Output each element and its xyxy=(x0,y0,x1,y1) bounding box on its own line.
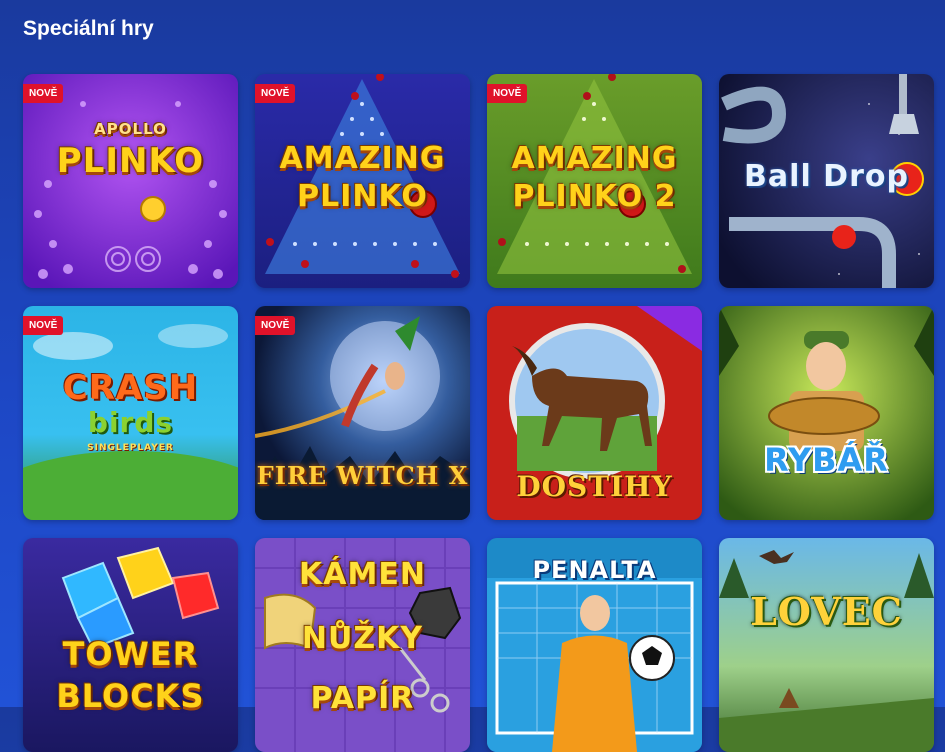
game-card-lovec[interactable]: LOVEC xyxy=(719,538,934,752)
game-title-line: PAPÍR xyxy=(310,681,415,716)
game-card-penalta[interactable]: PENALTA xyxy=(487,538,702,752)
game-title-line: AMAZING xyxy=(279,141,446,176)
game-title-line: BLOCKS xyxy=(56,677,205,715)
game-title-line: birds xyxy=(87,406,174,439)
game-card-fire-witch-x[interactable]: NOVĚ FIRE WITCH X xyxy=(255,306,470,520)
game-thumbnail xyxy=(23,74,238,288)
game-title-line: PLINKO xyxy=(56,141,205,181)
game-title-line: DOSTIHY xyxy=(516,470,673,503)
game-card-dostihy[interactable]: DOSTIHY xyxy=(487,306,702,520)
game-thumbnail xyxy=(719,538,934,752)
game-title-line: PLINKO 2 xyxy=(512,179,677,214)
new-badge: NOVĚ xyxy=(23,84,64,103)
new-badge: NOVĚ xyxy=(23,316,64,335)
game-title-line: SINGLEPLAYER xyxy=(87,443,174,453)
game-title-line: Ball Drop xyxy=(744,159,909,194)
game-title-line: PLINKO xyxy=(297,179,428,214)
game-title-line: AMAZING xyxy=(511,141,678,176)
game-title-line: CRASH xyxy=(62,368,199,408)
game-title-line: LOVEC xyxy=(750,589,903,634)
game-card-tower-blocks[interactable]: TOWER BLOCKS xyxy=(23,538,238,752)
game-card-kamen-nuzky-papir[interactable]: KÁMEN NŮŽKY PAPÍR xyxy=(255,538,470,752)
game-card-amazing-plinko-2[interactable]: NOVĚ AMAZING PLINKO 2 xyxy=(487,74,702,288)
game-thumbnail xyxy=(719,306,934,520)
new-badge: NOVĚ xyxy=(487,84,528,103)
new-badge: NOVĚ xyxy=(255,84,296,103)
game-grid: NOVĚ APOLLO PLINKO NOVĚ AMAZING PLINKO N… xyxy=(0,0,945,752)
game-title-line: TOWER xyxy=(62,635,199,673)
game-title-line: KÁMEN xyxy=(299,557,426,592)
game-title-line: NŮŽKY xyxy=(301,621,424,656)
game-title-line: PENALTA xyxy=(532,556,657,584)
game-card-ball-drop[interactable]: Ball Drop xyxy=(719,74,934,288)
game-title-line: APOLLO xyxy=(94,120,167,138)
game-card-rybar[interactable]: RYBÁŘ xyxy=(719,306,934,520)
new-badge: NOVĚ xyxy=(255,316,296,335)
game-title-line: RYBÁŘ xyxy=(764,441,889,479)
game-card-amazing-plinko[interactable]: NOVĚ AMAZING PLINKO xyxy=(255,74,470,288)
game-title-line: FIRE WITCH X xyxy=(256,461,469,490)
game-card-crash-birds[interactable]: NOVĚ CRASH birds SINGLEPLAYER xyxy=(23,306,238,520)
game-card-apollo-plinko[interactable]: NOVĚ APOLLO PLINKO xyxy=(23,74,238,288)
